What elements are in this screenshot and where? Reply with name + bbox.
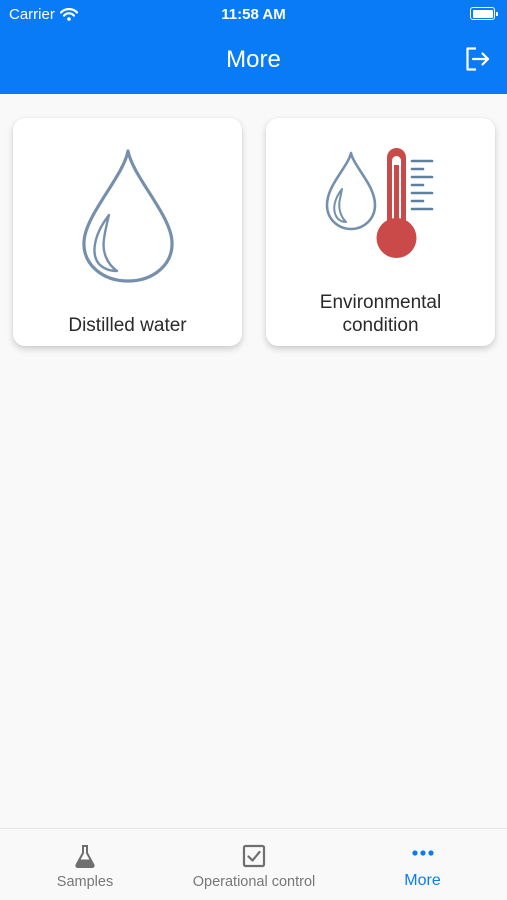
thermometer-drop-icon	[325, 148, 434, 258]
tab-operational-control[interactable]: Operational control	[170, 829, 338, 900]
environmental-condition-label-line1: Environmental	[319, 292, 442, 313]
page-title: More	[226, 46, 281, 73]
more-dots-icon	[411, 850, 434, 856]
logout-icon[interactable]	[463, 45, 491, 73]
tab-more-label: More	[404, 872, 441, 889]
environmental-condition-tile[interactable]: Environmental condition	[266, 118, 495, 346]
environmental-condition-label: Environmental condition	[266, 291, 495, 337]
tab-samples-label: Samples	[56, 874, 114, 890]
status-bar: Carrier 11:58 AM	[0, 0, 507, 28]
environmental-condition-label-line2: condition	[342, 315, 419, 336]
checkbox-icon	[242, 844, 266, 868]
tab-operational-control-label: Operational control	[192, 874, 316, 890]
distilled-water-label: Distilled water	[68, 315, 187, 336]
tab-more[interactable]: More	[360, 829, 485, 900]
app-header: Carrier 11:58 AM More	[0, 0, 507, 94]
tab-samples[interactable]: Samples	[20, 829, 150, 900]
battery-icon	[470, 7, 498, 20]
distilled-water-tile[interactable]: Distilled water	[13, 118, 242, 346]
status-time: 11:58 AM	[221, 6, 286, 23]
water-drop-icon	[82, 149, 174, 283]
bottom-tab-bar: Samples Operational control More	[0, 828, 507, 900]
flask-icon	[75, 845, 95, 868]
